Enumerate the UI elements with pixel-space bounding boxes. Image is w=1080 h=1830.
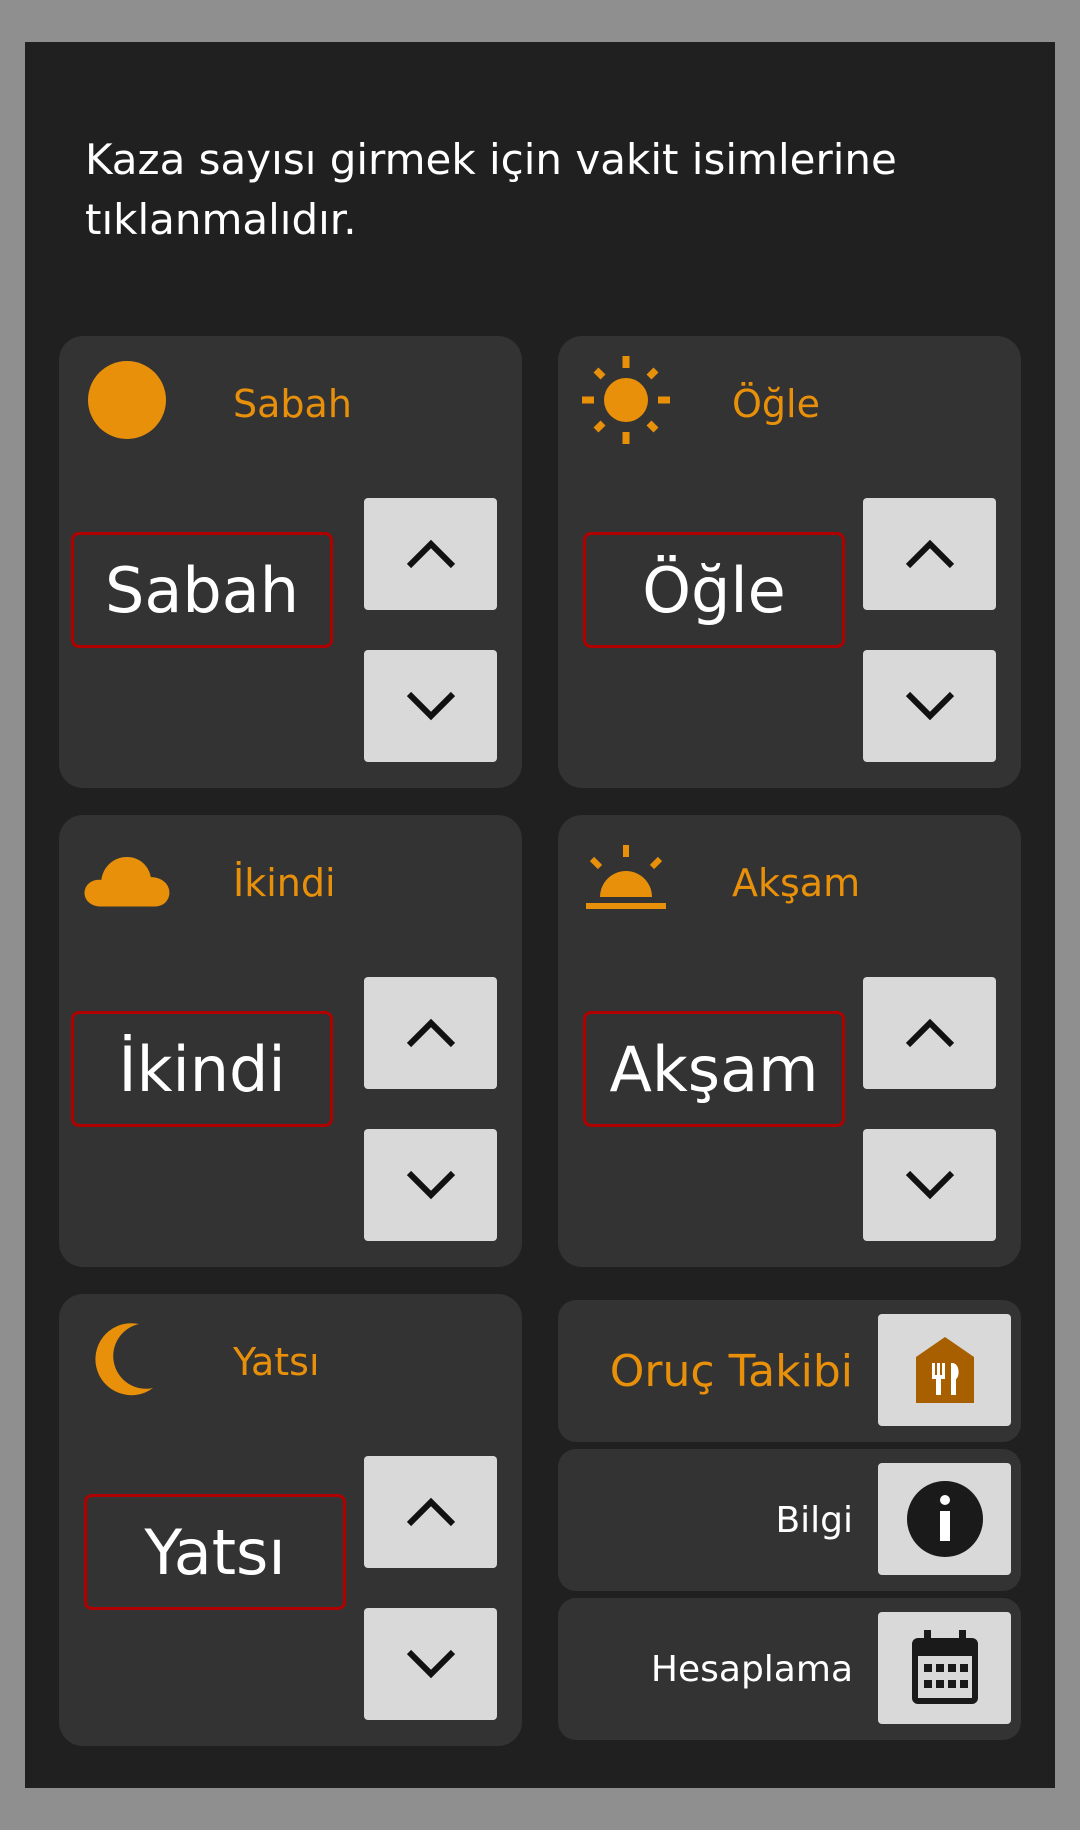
prayer-title-aksam[interactable]: Akşam [732,859,860,907]
calendar-icon [911,1630,978,1704]
prayer-card-ikindi: İkindi İkindi [59,815,522,1267]
increment-button-ikindi[interactable] [364,977,497,1089]
increment-button-ogle[interactable] [863,498,996,610]
info-row: Bilgi [558,1449,1021,1591]
calculation-button[interactable] [878,1612,1011,1724]
sun-icon [582,356,670,444]
increment-button-sabah[interactable] [364,498,497,610]
chevron-down-icon [406,1649,455,1679]
prayer-name-ikindi[interactable]: İkindi [71,1011,333,1127]
moon-full-icon [83,356,171,444]
prayer-name-ogle[interactable]: Öğle [583,532,845,648]
decrement-button-yatsi[interactable] [364,1608,497,1720]
app-screen: Kaza sayısı girmek için vakit isimlerine… [25,42,1055,1788]
decrement-button-sabah[interactable] [364,650,497,762]
fasting-tracker-button[interactable] [878,1314,1011,1426]
prayer-card-sabah: Sabah Sabah [59,336,522,788]
calculation-row: Hesaplama [558,1598,1021,1740]
chevron-up-icon [406,1497,455,1527]
cloud-icon [83,835,171,923]
chevron-down-icon [905,691,954,721]
restaurant-icon [915,1337,974,1403]
crescent-moon-icon [83,1314,171,1402]
instruction-text: Kaza sayısı girmek için vakit isimlerine… [85,135,897,244]
chevron-down-icon [905,1170,954,1200]
increment-button-yatsi[interactable] [364,1456,497,1568]
chevron-down-icon [406,691,455,721]
prayer-card-ogle: Öğle Öğle [558,336,1021,788]
prayer-title-yatsi[interactable]: Yatsı [233,1338,320,1386]
decrement-button-ogle[interactable] [863,650,996,762]
decrement-button-aksam[interactable] [863,1129,996,1241]
chevron-up-icon [905,539,954,569]
fasting-tracker-label[interactable]: Oruç Takibi [610,1300,853,1442]
chevron-up-icon [406,539,455,569]
fasting-tracker-row: Oruç Takibi [558,1300,1021,1442]
chevron-down-icon [406,1170,455,1200]
prayer-title-ikindi[interactable]: İkindi [233,859,336,907]
prayer-card-aksam: Akşam Akşam [558,815,1021,1267]
increment-button-aksam[interactable] [863,977,996,1089]
info-label[interactable]: Bilgi [775,1449,853,1591]
prayer-title-sabah[interactable]: Sabah [233,380,352,428]
chevron-up-icon [905,1018,954,1048]
prayer-card-yatsi: Yatsı Yatsı [59,1294,522,1746]
prayer-name-yatsi[interactable]: Yatsı [84,1494,346,1610]
prayer-title-ogle[interactable]: Öğle [732,380,820,428]
info-icon [906,1481,983,1557]
chevron-up-icon [406,1018,455,1048]
sunset-icon [582,835,670,923]
prayer-name-aksam[interactable]: Akşam [583,1011,845,1127]
decrement-button-ikindi[interactable] [364,1129,497,1241]
prayer-name-sabah[interactable]: Sabah [71,532,333,648]
calculation-label[interactable]: Hesaplama [651,1598,853,1740]
info-button[interactable] [878,1463,1011,1575]
